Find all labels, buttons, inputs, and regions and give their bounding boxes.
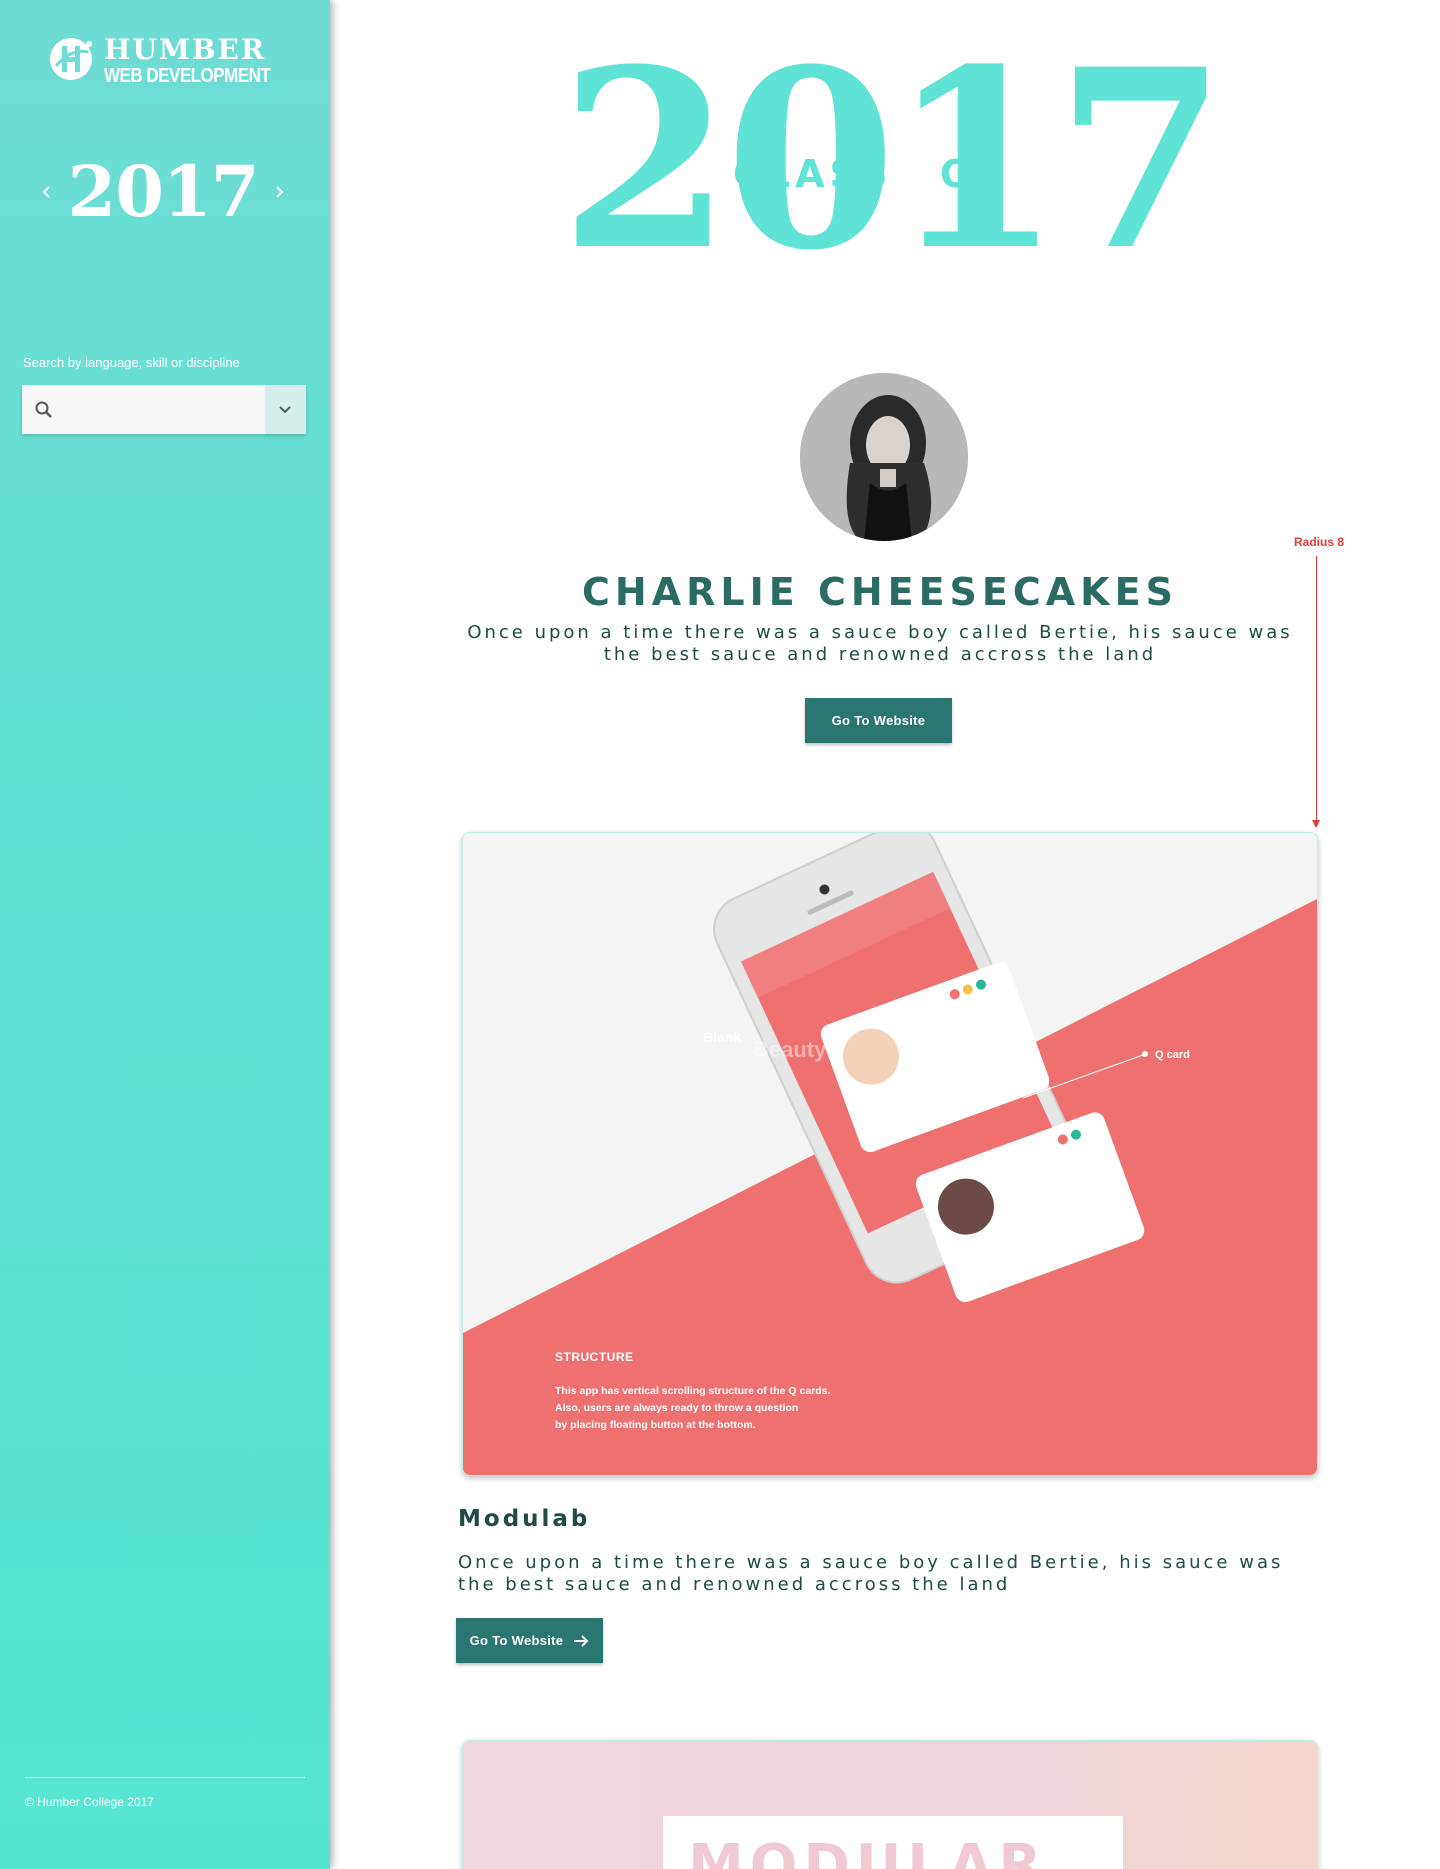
logo-text: HUMBER WEB DEVELOPMENT [104,33,271,87]
previous-year-button[interactable] [28,174,64,210]
project-title: Modulab [458,1506,591,1532]
hero-of-word: OF [940,152,1009,196]
arrow-right-icon [574,1634,589,1647]
student-website-button[interactable]: Go To Website [805,698,952,743]
search-dropdown-button[interactable] [264,385,306,434]
structure-description: This app has vertical scrolling structur… [555,1383,875,1434]
chevron-left-icon [42,185,50,198]
structure-heading: STRUCTURE [555,1350,634,1364]
chevron-right-icon [276,185,284,198]
project-website-button[interactable]: Go To Website [456,1618,603,1663]
structure-line-1: This app has vertical scrolling structur… [555,1385,831,1397]
search-box [22,385,306,434]
logo-line-2: WEB DEVELOPMENT [104,63,271,87]
app-brand-text: Blank [703,1029,742,1045]
radius-annotation-arrow-icon [1312,820,1320,828]
humber-logo[interactable]: HUMBER WEB DEVELOPMENT [48,33,271,87]
sidebar: HUMBER WEB DEVELOPMENT 2017 Search by la… [0,0,330,1869]
search-label: Search by language, skill or discipline [23,355,240,370]
radius-annotation-label: Radius 8 [1294,535,1345,549]
project-image-card-2[interactable]: MODULAR [462,1740,1318,1869]
q-card-label: Q card [1155,1049,1190,1061]
project-description: Once upon a time there was a sauce boy c… [458,1552,1284,1595]
project-image [463,833,1317,1475]
hero-class-word: CLASS [733,152,893,196]
next-year-button[interactable] [262,174,298,210]
student-avatar [800,373,968,541]
radius-annotation-line [1316,556,1317,826]
project2-preview-word: MODULAR [688,1833,1048,1869]
search-input[interactable] [65,385,265,434]
structure-line-2: Also, users are always ready to throw a … [555,1402,799,1414]
year-selector: 2017 [28,150,298,233]
project-image-card[interactable]: Blank Beauty Q card STRUCTURE This app h… [462,832,1318,1476]
app-category-text: Beauty [753,1037,827,1062]
copyright-text: © Humber College 2017 [25,1795,154,1809]
selected-year: 2017 [67,150,260,233]
student-name: CHARLIE CHEESECAKES [582,570,1178,614]
hero-banner: 2017 CLASS OF [560,38,1227,288]
structure-line-3: by placing floating button at the bottom… [555,1419,756,1431]
student-bio: Once upon a time there was a sauce boy c… [467,622,1293,665]
sidebar-divider [25,1777,305,1778]
search-icon[interactable] [22,385,66,434]
humber-logo-icon [50,38,92,80]
chevron-down-icon [279,405,292,413]
logo-line-1: HUMBER [104,33,267,66]
project-website-label: Go To Website [469,1633,564,1648]
